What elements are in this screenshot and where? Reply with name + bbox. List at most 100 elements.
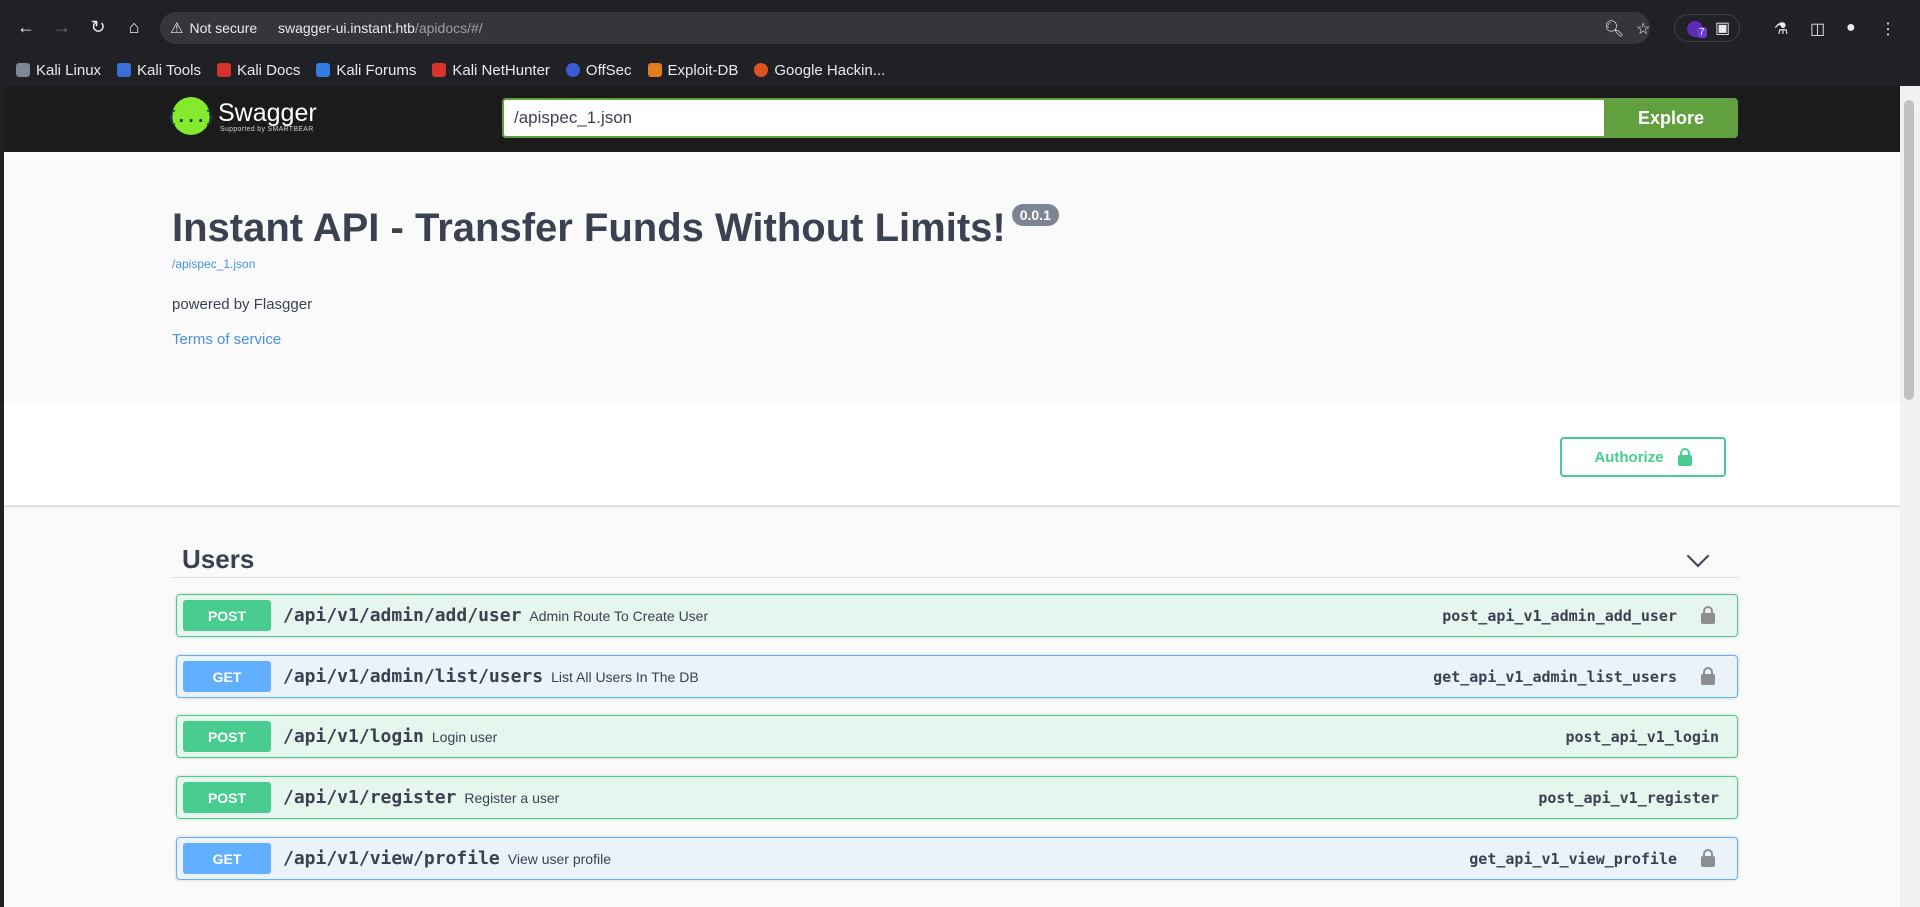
- scheme-container: Authorize: [4, 404, 1900, 506]
- kali-tools-icon: [117, 63, 132, 77]
- ghdb-icon: [754, 63, 769, 77]
- bookmark-label: Kali Linux: [36, 61, 102, 79]
- lock-icon[interactable]: [1701, 667, 1715, 685]
- operation-row[interactable]: POST /api/v1/login Login user post_api_v1…: [176, 715, 1738, 758]
- security-indicator[interactable]: ⚠ Not secure: [170, 19, 257, 37]
- bookmark-kali-forums[interactable]: Kali Forums: [316, 62, 416, 79]
- bookmark-kali-linux[interactable]: Kali Linux: [16, 62, 101, 79]
- explore-button[interactable]: Explore: [1604, 98, 1738, 138]
- puzzle-icon[interactable]: ▣: [1715, 18, 1730, 38]
- menu-icon[interactable]: ⋮: [1880, 19, 1896, 39]
- authorize-button[interactable]: Authorize: [1560, 437, 1726, 477]
- operation-path: /api/v1/admin/list/users: [283, 666, 544, 687]
- method-badge: GET: [183, 661, 271, 692]
- bookmark-label: Exploit-DB: [667, 61, 739, 79]
- home-icon[interactable]: ⌂: [122, 15, 146, 39]
- url-host: swagger-ui.instant.htb: [278, 20, 415, 36]
- swagger-logo-text: Swagger: [218, 98, 317, 127]
- operation-row[interactable]: POST /api/v1/register Register a user pos…: [176, 776, 1738, 819]
- authorize-label: Authorize: [1594, 448, 1664, 466]
- api-title: Instant API - Transfer Funds Without Lim…: [172, 206, 1006, 250]
- reload-icon[interactable]: ↻: [86, 15, 110, 39]
- operation-path-group: /api/v1/admin/list/users List All Users I…: [283, 666, 699, 687]
- version-badge: 0.0.1: [1011, 204, 1059, 226]
- operation-path-group: /api/v1/view/profile View user profile: [283, 848, 611, 869]
- url-text[interactable]: swagger-ui.instant.htb/apidocs/#/: [278, 20, 483, 36]
- operation-summary: Register a user: [464, 790, 560, 806]
- method-badge: POST: [183, 600, 271, 631]
- operation-path-group: /api/v1/register Register a user: [283, 787, 559, 808]
- spec-url-input[interactable]: /apispec_1.json: [502, 98, 1606, 138]
- bookmark-label: Kali Tools: [137, 61, 201, 79]
- side-panel-icon[interactable]: ◫: [1810, 19, 1825, 39]
- kali-forums-icon: [316, 63, 331, 77]
- bookmark-label: Kali NetHunter: [452, 61, 550, 79]
- bookmark-kali-nethunter[interactable]: Kali NetHunter: [432, 62, 550, 79]
- extensions-group[interactable]: 7 ▣: [1674, 14, 1740, 42]
- zoom-icon[interactable]: 🔍︎: [1604, 19, 1624, 39]
- spec-link[interactable]: /apispec_1.json: [172, 257, 1059, 271]
- bookmark-label: Google Hackin...: [774, 61, 886, 79]
- api-description: powered by Flasgger: [172, 296, 313, 313]
- kali-dragon-icon: [16, 63, 30, 77]
- profile-icon[interactable]: ●: [1846, 19, 1856, 37]
- unlocked-icon: [1677, 448, 1692, 466]
- chevron-down-icon[interactable]: [1686, 544, 1710, 568]
- bookmark-label: OffSec: [585, 61, 632, 79]
- nethunter-icon: [432, 63, 447, 77]
- api-title-row: Instant API - Transfer Funds Without Lim…: [172, 204, 1059, 251]
- swagger-logo-icon: {...}: [167, 97, 215, 135]
- operation-path-group: /api/v1/admin/add/user Admin Route To Cre…: [283, 605, 708, 626]
- tag-title: Users: [182, 544, 255, 574]
- url-path: /apidocs/#/: [414, 20, 483, 36]
- scrollbar-thumb[interactable]: [1904, 100, 1914, 400]
- bookmark-exploit-db[interactable]: Exploit-DB: [647, 61, 739, 79]
- swagger-logo[interactable]: {...} Swagger Supported by SMARTBEAR: [167, 97, 317, 135]
- exploit-db-icon: [647, 63, 662, 77]
- bookmarks-bar: Kali Linux Kali Tools Kali Docs Kali For…: [0, 54, 1920, 86]
- operation-row[interactable]: GET /api/v1/admin/list/users List All Use…: [176, 655, 1738, 698]
- bookmark-google-hacking[interactable]: Google Hackin...: [754, 62, 885, 79]
- operation-summary: Login user: [431, 729, 498, 745]
- terms-of-service-link[interactable]: Terms of service: [172, 331, 1059, 348]
- operation-id: post_api_v1_admin_add_user: [1442, 607, 1677, 625]
- bookmark-offsec[interactable]: OffSec: [565, 61, 632, 79]
- swagger-topbar: {...} Swagger Supported by SMARTBEAR /ap…: [4, 86, 1900, 152]
- operation-path-group: /api/v1/login Login user: [283, 726, 497, 747]
- operation-row[interactable]: GET /api/v1/view/profile View user profil…: [176, 837, 1738, 880]
- security-label: Not secure: [189, 20, 258, 36]
- lock-icon[interactable]: [1701, 849, 1715, 867]
- bookmark-star-icon[interactable]: ☆: [1636, 19, 1650, 39]
- browser-toolbar: ← → ↻ ⌂ ⚠ Not secure swagger-ui.instant.…: [0, 0, 1920, 54]
- bookmark-label: Kali Forums: [336, 61, 417, 79]
- page-scrollbar[interactable]: [1900, 86, 1920, 907]
- operation-id: post_api_v1_login: [1565, 728, 1719, 746]
- method-badge: POST: [183, 782, 271, 813]
- operation-summary: Admin Route To Create User: [529, 608, 709, 624]
- operation-summary: View user profile: [507, 851, 611, 867]
- api-info: Instant API - Transfer Funds Without Lim…: [172, 204, 1059, 348]
- address-bar[interactable]: ⚠ Not secure swagger-ui.instant.htb/apid…: [160, 12, 1650, 44]
- bookmark-kali-tools[interactable]: Kali Tools: [117, 62, 201, 79]
- lock-icon[interactable]: [1701, 606, 1715, 624]
- method-badge: GET: [183, 843, 271, 874]
- tag-users-header[interactable]: Users: [172, 538, 1738, 578]
- operation-path: /api/v1/admin/add/user: [283, 605, 522, 626]
- offsec-icon: [565, 63, 580, 77]
- operation-row[interactable]: POST /api/v1/admin/add/user Admin Route T…: [176, 594, 1738, 637]
- kali-docs-icon: [216, 63, 231, 77]
- forward-icon[interactable]: →: [50, 15, 74, 39]
- operation-summary: List All Users In The DB: [551, 669, 699, 685]
- operation-id: get_api_v1_view_profile: [1469, 850, 1677, 868]
- warning-icon: ⚠: [170, 20, 184, 37]
- labs-flask-icon[interactable]: ⚗: [1774, 19, 1788, 39]
- page-viewport: {...} Swagger Supported by SMARTBEAR /ap…: [0, 86, 1900, 907]
- operation-id: post_api_v1_register: [1538, 789, 1719, 807]
- swagger-logo-sub: Supported by SMARTBEAR: [220, 125, 314, 133]
- operation-path: /api/v1/login: [283, 726, 424, 747]
- bookmark-kali-docs[interactable]: Kali Docs: [216, 62, 300, 79]
- method-badge: POST: [183, 721, 271, 752]
- operation-path: /api/v1/register: [283, 787, 457, 808]
- extension-badge: 7: [1697, 27, 1707, 38]
- back-icon[interactable]: ←: [14, 15, 38, 39]
